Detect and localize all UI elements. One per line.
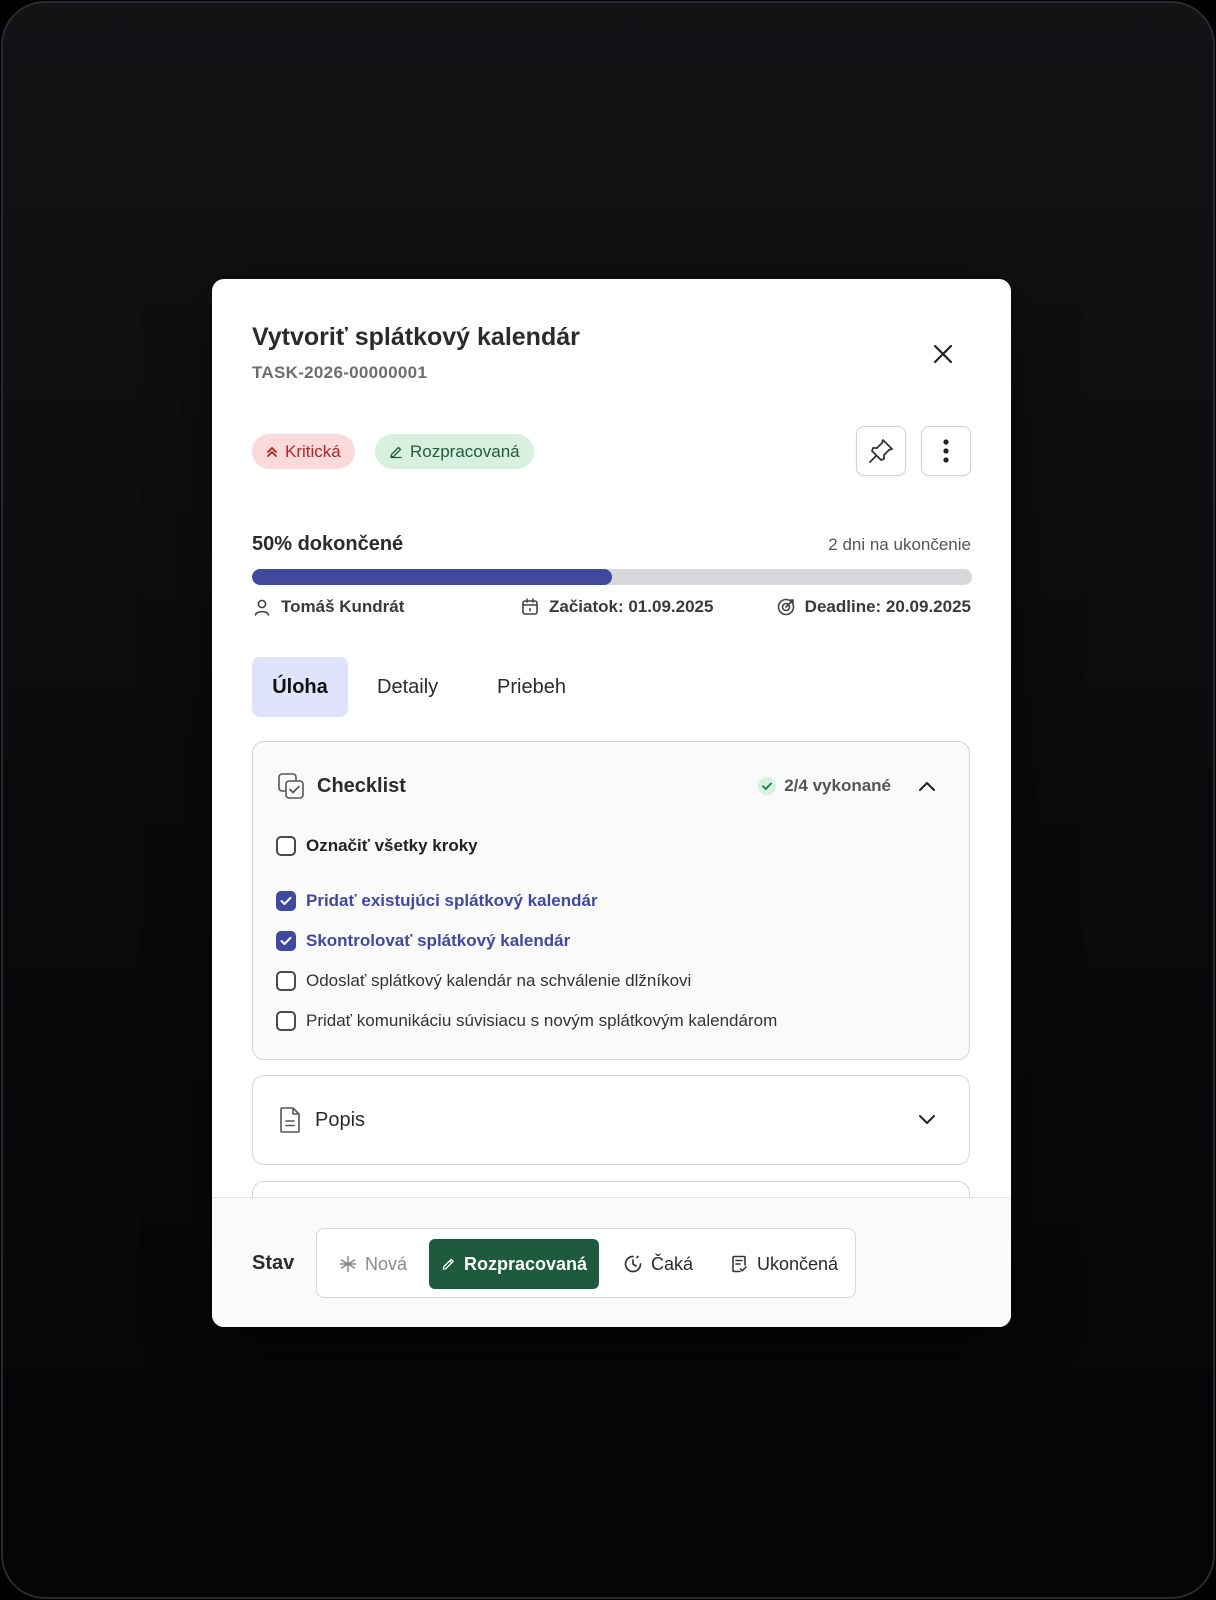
device-frame: Vytvoriť splátkový kalendár TASK-2026-00…	[1, 1, 1215, 1599]
more-options-button[interactable]	[921, 426, 971, 476]
assignee-name: Tomáš Kundrát	[281, 597, 405, 616]
checkmark-icon	[280, 936, 292, 945]
select-all-checkbox[interactable]	[276, 836, 296, 856]
status-option-label: Rozpracovaná	[463, 1253, 587, 1274]
clock-icon	[624, 1255, 642, 1273]
start-date: Začiatok: 01.09.2025	[520, 595, 713, 619]
chevron-down-icon	[919, 1115, 935, 1124]
priority-label: Kritická	[285, 441, 341, 461]
checklist-item-checkbox[interactable]	[276, 931, 296, 951]
checklist-card: Checklist 2/4 vykonané Označiť všetky kr…	[252, 741, 970, 1060]
start-date-text: Začiatok: 01.09.2025	[549, 597, 714, 616]
done-count-text: 2/4 vykonané	[784, 776, 891, 795]
status-option-label: Čaká	[651, 1253, 694, 1274]
task-code: TASK-2026-00000001	[252, 363, 428, 382]
checklist-collapse-button[interactable]	[915, 774, 939, 798]
pencil-icon	[442, 1258, 454, 1270]
deadline-text: Deadline: 20.09.2025	[804, 597, 971, 616]
checklist-item-checkbox[interactable]	[276, 1011, 296, 1031]
description-header[interactable]: Popis	[277, 1106, 365, 1134]
user-icon	[254, 599, 270, 616]
status-label: Rozpracovaná	[410, 441, 520, 461]
status-option-ukoncena[interactable]: Ukončená	[717, 1239, 850, 1289]
checklist-item-label: Skontrolovať splátkový kalendár	[306, 931, 571, 950]
status-badge: Rozpracovaná	[375, 434, 534, 469]
status-footer-label: Stav	[252, 1252, 295, 1274]
task-detail-modal: Vytvoriť splátkový kalendár TASK-2026-00…	[212, 279, 1011, 1327]
status-option-label: Nová	[365, 1253, 408, 1274]
pin-icon	[869, 439, 893, 463]
pencil-icon	[390, 446, 402, 458]
priority-badge: Kritická	[252, 434, 355, 469]
calendar-icon	[522, 598, 538, 615]
checklist-item-label: Pridať existujúci splátkový kalendár	[306, 891, 598, 910]
asterisk-icon	[339, 1255, 357, 1273]
double-chevron-up-icon	[267, 446, 277, 457]
checklist-item[interactable]: Skontrolovať splátkový kalendár	[276, 931, 570, 951]
checklist-title: Checklist	[317, 774, 406, 797]
checklist-item-label: Odoslať splátkový kalendár na schválenie…	[306, 971, 692, 990]
status-footer: Stav Nová Rozpracovaná Čaká Ukončená	[212, 1197, 1011, 1327]
select-all-label: Označiť všetky kroky	[306, 836, 478, 855]
checklist-item-checkbox[interactable]	[276, 891, 296, 911]
checklist-item-label: Pridať komunikáciu súvisiacu s novým spl…	[306, 1011, 778, 1030]
chevron-up-icon	[919, 782, 935, 791]
progress-bar-fill	[252, 569, 612, 585]
close-button[interactable]	[928, 339, 958, 369]
status-option-nova[interactable]: Nová	[327, 1239, 419, 1289]
more-vertical-icon	[943, 439, 949, 463]
checklist-item[interactable]: Odoslať splátkový kalendár na schválenie…	[276, 971, 691, 991]
target-icon	[777, 598, 794, 616]
progress-bar	[252, 569, 972, 585]
tab-uloha[interactable]: Úloha	[252, 657, 348, 717]
status-segmented-control: Nová Rozpracovaná Čaká Ukončená	[316, 1228, 856, 1298]
remaining-time: 2 dni na ukončenie	[828, 535, 971, 554]
select-all-steps[interactable]: Označiť všetky kroky	[276, 836, 478, 856]
checklist-icon	[278, 773, 304, 799]
status-option-label: Ukončená	[757, 1253, 839, 1274]
description-title: Popis	[315, 1108, 366, 1131]
deadline: Deadline: 20.09.2025	[776, 595, 971, 619]
checklist-done-count: 2/4 vykonané	[757, 776, 891, 796]
close-icon	[933, 344, 953, 364]
checklist-header[interactable]: Checklist	[277, 772, 406, 800]
checkmark-icon	[280, 896, 292, 905]
tab-detaily[interactable]: Detaily	[357, 657, 458, 717]
description-card: Popis	[252, 1075, 970, 1165]
assignee: Tomáš Kundrát	[252, 595, 404, 619]
document-icon	[280, 1107, 300, 1133]
description-expand-button[interactable]	[915, 1108, 939, 1132]
task-title: Vytvoriť splátkový kalendár	[252, 323, 580, 351]
tab-priebeh[interactable]: Priebeh	[477, 657, 586, 717]
check-circle-icon	[758, 777, 777, 795]
status-option-caka[interactable]: Čaká	[611, 1239, 705, 1289]
checklist-item[interactable]: Pridať komunikáciu súvisiacu s novým spl…	[276, 1011, 777, 1031]
status-option-rozpracovana[interactable]: Rozpracovaná	[429, 1239, 599, 1289]
progress-label: 50% dokončené	[252, 533, 404, 555]
pin-button[interactable]	[856, 426, 906, 476]
checklist-item[interactable]: Pridať existujúci splátkový kalendár	[276, 891, 598, 911]
document-check-icon	[732, 1255, 747, 1273]
checklist-item-checkbox[interactable]	[276, 971, 296, 991]
